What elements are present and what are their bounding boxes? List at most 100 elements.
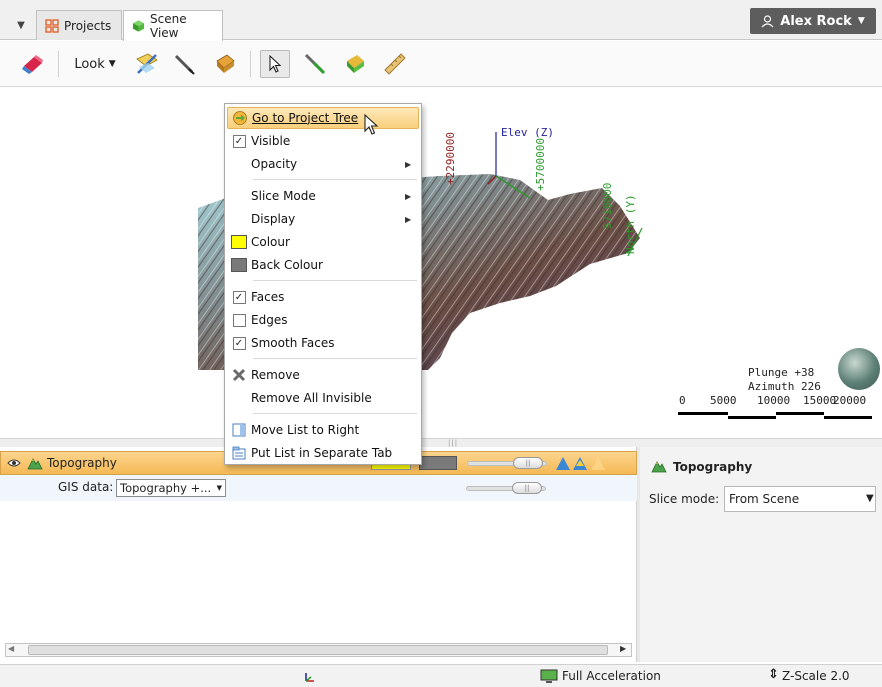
eraser-view-icon <box>22 55 43 74</box>
menu-item-visible[interactable]: ✓ Visible <box>227 130 419 152</box>
go-arrow-icon <box>233 111 247 125</box>
tab-projects-label: Projects <box>64 18 112 33</box>
tab-menu-dropdown-icon[interactable]: ▼ <box>8 12 34 38</box>
north-axis-label: North (Y) <box>624 194 637 254</box>
scene-object-list: Topography || GIS data: Topography +... … <box>0 447 637 662</box>
chevron-down-icon: ▼ <box>216 484 222 492</box>
menu-item-go-to-project-tree[interactable]: Go to Project Tree <box>227 107 419 129</box>
chevron-down-icon[interactable]: ▼ <box>866 493 874 504</box>
scale-segment <box>776 412 824 415</box>
menu-item-back-colour[interactable]: Back Colour <box>227 254 419 276</box>
reset-view-button[interactable] <box>18 50 48 78</box>
view-globe-icon[interactable] <box>838 348 880 390</box>
visible-checkbox[interactable]: ✓ <box>232 134 246 148</box>
scroll-left-icon[interactable]: ◀ <box>8 644 14 653</box>
menu-separator <box>253 413 417 414</box>
y-coordinate-label: +2290000 <box>444 132 457 185</box>
smooth-faces-checkbox[interactable]: ✓ <box>232 336 246 350</box>
scene-cube-icon <box>132 20 145 32</box>
menu-separator <box>253 179 417 180</box>
list-tab-icon <box>232 446 246 460</box>
submenu-arrow-icon: ▶ <box>405 159 412 169</box>
plunge-readout: Plunge +38 <box>748 366 815 379</box>
opacity-slider-handle[interactable]: || <box>513 457 543 469</box>
layer-back-colour-swatch[interactable] <box>419 456 457 470</box>
menu-item-edges[interactable]: Edges <box>227 309 419 331</box>
menu-item-put-list-in-separate-tab[interactable]: Put List in Separate Tab <box>227 442 419 464</box>
pen-line-icon <box>174 54 195 75</box>
menu-item-label: Slice Mode <box>251 189 316 203</box>
menu-item-move-list-to-right[interactable]: Move List to Right <box>227 419 419 441</box>
scene-toolbar: Look ▼ <box>0 41 882 87</box>
select-pointer-button[interactable] <box>260 50 290 78</box>
draw-points-button[interactable] <box>210 50 240 78</box>
scrollbar-thumb[interactable] <box>28 645 608 655</box>
tab-strip: ▼ Projects Scene View Alex Rock ▼ <box>0 0 882 41</box>
gis-data-value: Topography +... <box>120 481 212 495</box>
scale-segment <box>678 412 728 415</box>
menu-item-label: Smooth Faces <box>251 336 335 350</box>
points-icon <box>216 54 235 73</box>
menu-item-remove-all-invisible[interactable]: Remove All Invisible <box>227 387 419 409</box>
horizontal-scrollbar[interactable]: ◀ ▶ <box>5 643 632 657</box>
tab-projects[interactable]: Projects <box>36 10 122 40</box>
menu-item-remove[interactable]: Remove <box>227 364 419 386</box>
green-pen-icon <box>304 53 326 75</box>
eye-icon[interactable] <box>7 458 21 468</box>
user-name: Alex Rock <box>780 13 852 29</box>
slice-mode-icon[interactable] <box>555 456 605 471</box>
projects-grid-icon <box>45 18 59 33</box>
menu-item-colour[interactable]: Colour <box>227 231 419 253</box>
faces-checkbox[interactable]: ✓ <box>232 290 246 304</box>
back-colour-swatch <box>231 258 247 272</box>
gis-opacity-slider-handle[interactable]: || <box>512 482 542 494</box>
horizontal-splitter[interactable]: ||| <box>0 438 882 447</box>
tab-scene-view[interactable]: Scene View <box>123 10 223 41</box>
ruler-button[interactable] <box>380 50 410 78</box>
point-picker-button[interactable] <box>340 50 370 78</box>
look-label: Look <box>74 56 105 72</box>
slice-mode-label: Slice mode: <box>649 492 720 506</box>
menu-item-label: Back Colour <box>251 258 323 272</box>
context-menu: Go to Project Tree ✓ Visible Opacity ▶ S… <box>224 103 422 465</box>
menu-item-label: Colour <box>251 235 290 249</box>
north-coordinate-label: 5710000 <box>601 182 614 229</box>
draw-line-button[interactable] <box>170 50 200 78</box>
green-cube-icon <box>347 55 364 73</box>
look-dropdown[interactable]: Look ▼ <box>68 50 122 78</box>
axes-indicator-icon <box>305 673 314 682</box>
mouse-cursor-icon <box>364 114 379 135</box>
chevron-down-icon: ▼ <box>857 16 865 26</box>
chevron-down-icon: ▼ <box>108 59 116 69</box>
slice-mode-dropdown[interactable]: From Scene <box>724 486 876 512</box>
status-bar: Full Acceleration ⇕ Z-Scale 2.0 <box>0 664 882 687</box>
menu-item-label: Remove <box>251 368 300 382</box>
edges-checkbox[interactable] <box>232 313 246 327</box>
properties-title: Topography <box>673 460 753 474</box>
menu-item-label: Edges <box>251 313 288 327</box>
slice-mode-dropdown-button[interactable] <box>876 486 882 512</box>
menu-item-label: Faces <box>251 290 285 304</box>
menu-item-label: Put List in Separate Tab <box>251 446 393 460</box>
slice-icon <box>136 53 158 74</box>
menu-item-faces[interactable]: ✓ Faces <box>227 286 419 308</box>
scale-label-20000: 20000 <box>833 394 867 407</box>
measure-line-button[interactable] <box>300 50 330 78</box>
user-icon <box>761 14 774 27</box>
menu-item-slice-mode[interactable]: Slice Mode ▶ <box>227 185 419 207</box>
menu-item-display[interactable]: Display ▶ <box>227 208 419 230</box>
menu-item-label: Move List to Right <box>251 423 360 437</box>
menu-item-opacity[interactable]: Opacity ▶ <box>227 153 419 175</box>
menu-item-smooth-faces[interactable]: ✓ Smooth Faces <box>227 332 419 354</box>
draw-slice-button[interactable] <box>132 50 162 78</box>
menu-item-label: Go to Project Tree <box>252 111 359 125</box>
scale-label-15000: 15000 <box>803 394 837 407</box>
scene-3d-viewport[interactable]: Elev (Z) +2290000 +5700000 5710000 North… <box>0 88 882 438</box>
scroll-right-icon[interactable]: ▶ <box>620 644 626 653</box>
zscale-status[interactable]: Z-Scale 2.0 <box>782 669 850 683</box>
x-coordinate-label: +5700000 <box>534 138 547 191</box>
menu-item-label: Remove All Invisible <box>251 391 372 405</box>
gis-data-dropdown[interactable]: Topography +... ▼ <box>116 479 226 497</box>
scale-bar: 0 5000 10000 15000 20000 <box>678 394 874 420</box>
user-account-button[interactable]: Alex Rock ▼ <box>750 8 876 34</box>
